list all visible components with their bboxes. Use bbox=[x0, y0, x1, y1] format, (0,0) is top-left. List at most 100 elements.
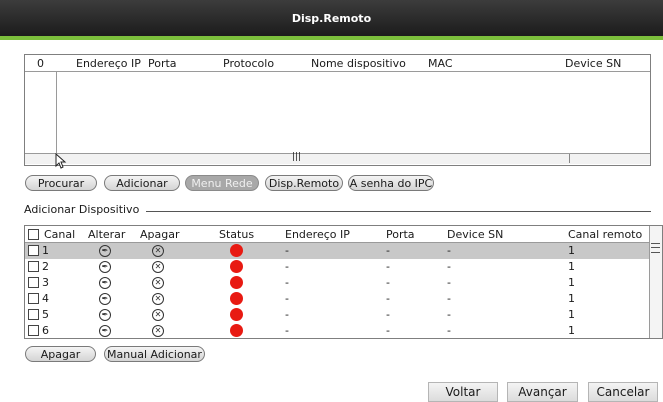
canal-remoto-value: 1 bbox=[568, 276, 575, 289]
manual-adicionar-button[interactable]: Manual Adicionar bbox=[104, 346, 205, 362]
status-indicator bbox=[230, 260, 243, 273]
row-checkbox[interactable] bbox=[28, 245, 39, 256]
column-header-canal-remoto: Canal remoto bbox=[568, 228, 643, 241]
status-indicator bbox=[230, 324, 243, 337]
column-header-mac[interactable]: MAC bbox=[428, 57, 453, 70]
device-sn-value: - bbox=[447, 276, 451, 289]
column-header-device-sn: Device SN bbox=[447, 228, 504, 241]
column-header-device-sn[interactable]: Device SN bbox=[565, 57, 621, 70]
adicionar-button[interactable]: Adicionar bbox=[104, 175, 180, 191]
canal-remoto-value: 1 bbox=[568, 324, 575, 337]
canal-value: 5 bbox=[42, 308, 49, 321]
ip-value: - bbox=[285, 260, 289, 273]
canal-remoto-value: 1 bbox=[568, 292, 575, 305]
porta-value: - bbox=[386, 260, 390, 273]
row-checkbox[interactable] bbox=[28, 277, 39, 288]
delete-icon[interactable]: ✕ bbox=[152, 309, 164, 321]
cancelar-button[interactable]: Cancelar bbox=[588, 382, 658, 402]
vertical-scrollbar[interactable] bbox=[649, 226, 662, 338]
title-accent-line bbox=[0, 36, 663, 40]
mouse-cursor-icon bbox=[55, 153, 67, 169]
search-table-header: 0 Endereço IP Porta Protocolo Nome dispo… bbox=[25, 55, 650, 72]
status-indicator bbox=[230, 244, 243, 257]
row-checkbox[interactable] bbox=[28, 309, 39, 320]
device-sn-value: - bbox=[447, 308, 451, 321]
status-indicator bbox=[230, 292, 243, 305]
porta-value: - bbox=[386, 292, 390, 305]
table-row[interactable]: 4 ✒ ✕ - - - 1 bbox=[25, 291, 649, 307]
search-results-table[interactable]: 0 Endereço IP Porta Protocolo Nome dispo… bbox=[24, 54, 651, 166]
status-indicator bbox=[230, 276, 243, 289]
canal-remoto-value: 1 bbox=[568, 260, 575, 273]
edit-icon[interactable]: ✒ bbox=[99, 309, 111, 321]
column-header-ip[interactable]: Endereço IP bbox=[76, 57, 141, 70]
delete-icon[interactable]: ✕ bbox=[152, 325, 164, 337]
row-checkbox[interactable] bbox=[28, 325, 39, 336]
column-header-endereco-ip: Endereço IP bbox=[285, 228, 350, 241]
delete-icon[interactable]: ✕ bbox=[152, 277, 164, 289]
ip-value: - bbox=[285, 324, 289, 337]
edit-icon[interactable]: ✒ bbox=[99, 277, 111, 289]
scrollbar-thumb[interactable]: ||| bbox=[57, 152, 570, 163]
table-row[interactable]: 3 ✒ ✕ - - - 1 bbox=[25, 275, 649, 291]
device-sn-value: - bbox=[447, 260, 451, 273]
edit-icon[interactable]: ✒ bbox=[99, 261, 111, 273]
canal-value: 6 bbox=[42, 324, 49, 337]
table-row[interactable]: 1 ✒ ✕ - - - 1 bbox=[25, 243, 649, 259]
device-sn-value: - bbox=[447, 324, 451, 337]
column-header-porta[interactable]: Porta bbox=[148, 57, 177, 70]
edit-icon[interactable]: ✒ bbox=[99, 245, 111, 257]
porta-value: - bbox=[386, 244, 390, 257]
column-header-protocolo[interactable]: Protocolo bbox=[223, 57, 274, 70]
canal-value: 1 bbox=[42, 244, 49, 257]
porta-value: - bbox=[386, 276, 390, 289]
table-row[interactable]: 6 ✒ ✕ - - - 1 bbox=[25, 323, 649, 338]
row-checkbox[interactable] bbox=[28, 293, 39, 304]
menu-rede-button[interactable]: Menu Rede bbox=[185, 175, 259, 191]
voltar-button[interactable]: Voltar bbox=[428, 382, 498, 402]
canal-remoto-value: 1 bbox=[568, 244, 575, 257]
column-header-status: Status bbox=[219, 228, 255, 241]
section-divider bbox=[146, 211, 651, 212]
delete-icon[interactable]: ✕ bbox=[152, 293, 164, 305]
canal-remoto-value: 1 bbox=[568, 308, 575, 321]
table-row[interactable]: 2 ✒ ✕ - - - 1 bbox=[25, 259, 649, 275]
table-row[interactable]: 5 ✒ ✕ - - - 1 bbox=[25, 307, 649, 323]
ip-value: - bbox=[285, 244, 289, 257]
column-header-nome[interactable]: Nome dispositivo bbox=[311, 57, 406, 70]
device-sn-value: - bbox=[447, 292, 451, 305]
edit-icon[interactable]: ✒ bbox=[99, 293, 111, 305]
title-bar: Disp.Remoto bbox=[0, 0, 663, 36]
canal-value: 2 bbox=[42, 260, 49, 273]
window-title: Disp.Remoto bbox=[291, 12, 372, 25]
scrollbar-grip-icon: ||| bbox=[292, 152, 302, 162]
horizontal-scrollbar[interactable]: ||| bbox=[25, 152, 650, 164]
scroll-grip-icon[interactable] bbox=[651, 243, 660, 253]
procurar-button[interactable]: Procurar bbox=[25, 175, 97, 191]
row-checkbox[interactable] bbox=[28, 261, 39, 272]
search-table-divider bbox=[56, 71, 57, 153]
ip-value: - bbox=[285, 276, 289, 289]
ip-value: - bbox=[285, 292, 289, 305]
delete-icon[interactable]: ✕ bbox=[152, 245, 164, 257]
select-all-checkbox[interactable] bbox=[28, 229, 39, 240]
apagar-button[interactable]: Apagar bbox=[25, 346, 96, 362]
edit-icon[interactable]: ✒ bbox=[99, 325, 111, 337]
porta-value: - bbox=[386, 324, 390, 337]
avancar-button[interactable]: Avançar bbox=[507, 382, 578, 402]
device-sn-value: - bbox=[447, 244, 451, 257]
status-indicator bbox=[230, 308, 243, 321]
section-label-adicionar: Adicionar Dispositivo bbox=[24, 203, 140, 216]
delete-icon[interactable]: ✕ bbox=[152, 261, 164, 273]
column-header-porta: Porta bbox=[386, 228, 415, 241]
column-header-apagar: Apagar bbox=[140, 228, 180, 241]
porta-value: - bbox=[386, 308, 390, 321]
senha-ipc-button[interactable]: A senha do IPC bbox=[348, 175, 434, 191]
added-devices-table[interactable]: Canal Alterar Apagar Status Endereço IP … bbox=[24, 225, 663, 339]
added-table-header: Canal Alterar Apagar Status Endereço IP … bbox=[25, 226, 662, 243]
column-header-alterar: Alterar bbox=[88, 228, 126, 241]
disp-remoto-button[interactable]: Disp.Remoto bbox=[265, 175, 343, 191]
column-header-select[interactable]: 0 bbox=[37, 57, 44, 70]
canal-value: 4 bbox=[42, 292, 49, 305]
canal-value: 3 bbox=[42, 276, 49, 289]
